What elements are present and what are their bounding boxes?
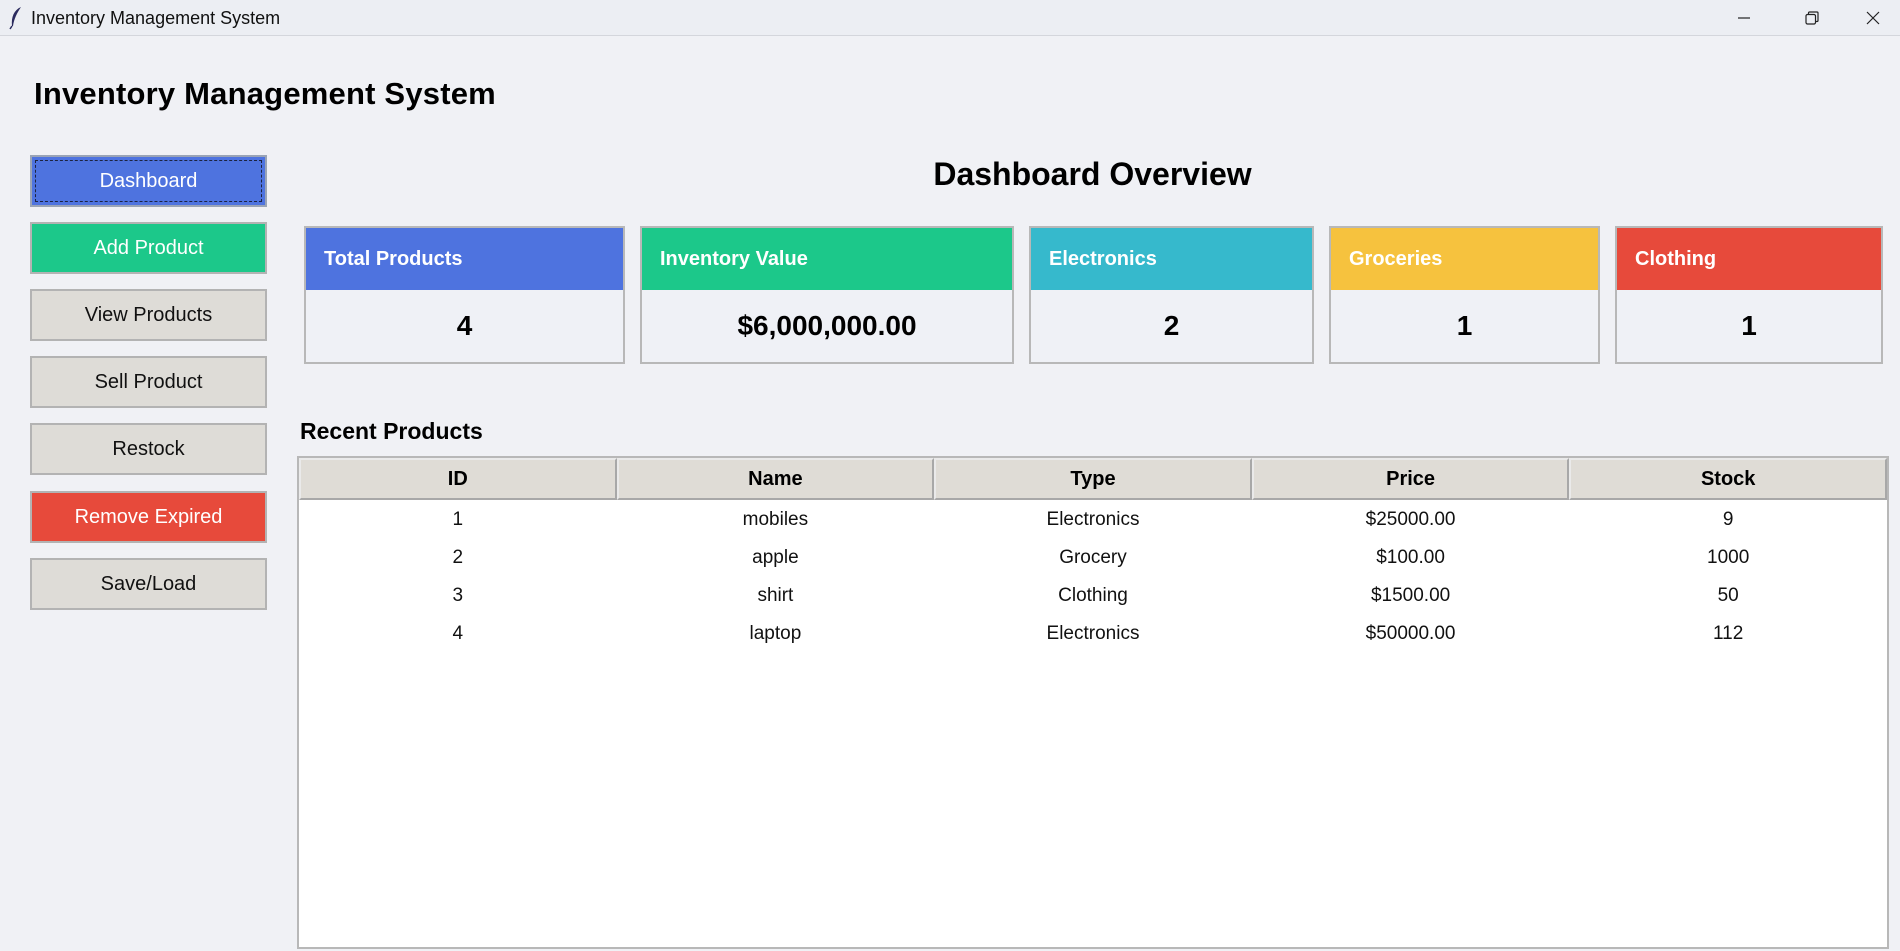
feather-icon [8,6,24,30]
column-header-id[interactable]: ID [299,458,617,500]
stat-card-value: 4 [456,310,473,341]
cell-name: apple [752,547,799,568]
cell-name: shirt [757,585,794,606]
cell-id: 4 [452,623,464,644]
sell-product-button[interactable]: Sell Product [30,356,267,408]
minimize-icon [1738,17,1750,19]
save-load-button[interactable]: Save/Load [30,558,267,610]
remove-expired-button[interactable]: Remove Expired [30,491,267,543]
cell-id: 3 [452,585,464,606]
stat-card-value: 1 [1741,310,1757,341]
column-header-name[interactable]: Name [616,458,935,500]
table-header: ID Name Type Price Stock [299,458,1887,500]
stat-card-electronics: Electronics 2 [1029,226,1314,364]
stat-card-label: Groceries [1331,228,1598,290]
stat-card-clothing: Clothing 1 [1615,226,1883,364]
cell-stock: 9 [1722,509,1734,530]
cell-price: $50000.00 [1365,623,1456,644]
cell-type: Electronics [1046,623,1140,644]
close-button[interactable] [1846,0,1900,36]
cell-type: Electronics [1046,509,1140,530]
add-product-button[interactable]: Add Product [30,222,267,274]
cell-price: $1500.00 [1370,585,1451,606]
dashboard-button[interactable]: Dashboard [30,155,267,207]
table-row[interactable]: 3 shirt Clothing $1500.00 50 [299,577,1887,615]
column-header-type[interactable]: Type [934,458,1252,500]
stat-card-value: 1 [1456,310,1473,341]
recent-products-table[interactable]: ID Name Type Price Stock 1 mobiles Elect… [297,456,1889,949]
cell-name: laptop [749,623,802,644]
stat-card-label: Inventory Value [642,228,1012,290]
window-titlebar: Inventory Management System [0,0,1900,36]
view-products-button[interactable]: View Products [30,289,267,341]
stat-card-label: Total Products [306,228,623,290]
cell-stock: 112 [1713,623,1744,644]
cell-stock: 1000 [1707,547,1750,568]
restore-button[interactable] [1778,0,1846,36]
stat-card-label: Clothing [1617,228,1881,290]
cell-stock: 50 [1717,585,1739,606]
minimize-button[interactable] [1710,0,1778,36]
column-header-stock[interactable]: Stock [1569,458,1887,500]
close-icon [1866,11,1880,25]
stat-card-total-products: Total Products 4 [304,226,625,364]
recent-products-title: Recent Products [300,418,483,444]
column-header-price[interactable]: Price [1251,458,1570,500]
dashboard-title: Dashboard Overview [933,156,1252,192]
stat-card-inventory-value: Inventory Value $6,000,000.00 [640,226,1014,364]
cell-name: mobiles [742,509,809,530]
stat-card-value: $6,000,000.00 [737,310,917,341]
window-title: Inventory Management System [31,8,281,28]
stat-card-value: 2 [1163,310,1180,341]
table-row[interactable]: 4 laptop Electronics $50000.00 112 [299,615,1887,653]
table-row[interactable]: 2 apple Grocery $100.00 1000 [299,539,1887,577]
table-row[interactable]: 1 mobiles Electronics $25000.00 9 [299,501,1887,539]
app-heading: Inventory Management System [34,76,496,111]
cell-type: Grocery [1059,547,1127,568]
cell-price: $25000.00 [1365,509,1456,530]
stat-card-groceries: Groceries 1 [1329,226,1600,364]
restore-icon [1805,11,1819,25]
stat-card-label: Electronics [1031,228,1312,290]
cell-type: Clothing [1058,585,1128,606]
restock-button[interactable]: Restock [30,423,267,475]
cell-id: 2 [452,547,464,568]
cell-price: $100.00 [1376,547,1445,568]
cell-id: 1 [452,509,464,530]
